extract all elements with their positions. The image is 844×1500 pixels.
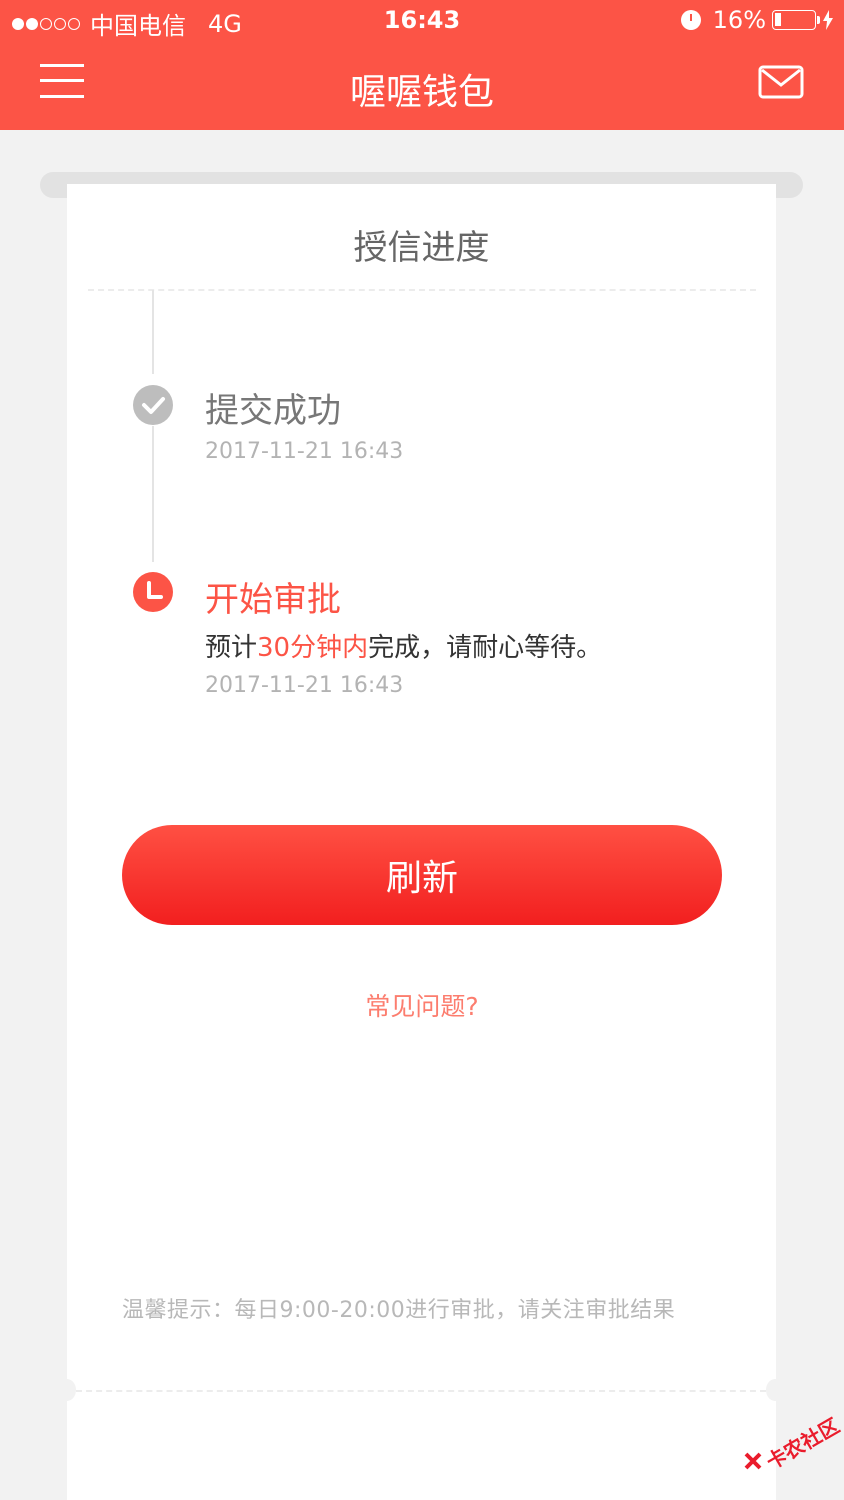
battery-level-fill bbox=[775, 13, 781, 26]
hamburger-menu-icon[interactable] bbox=[40, 62, 84, 98]
status-right: 16% bbox=[680, 6, 834, 34]
refresh-button[interactable]: 刷新 bbox=[122, 825, 722, 925]
status-bar: 中国电信 4G 16:43 16% bbox=[0, 0, 844, 42]
timeline-line bbox=[152, 426, 154, 562]
envelope-icon[interactable] bbox=[758, 64, 804, 100]
battery-icon bbox=[772, 10, 820, 30]
ticket-notch-left bbox=[58, 1379, 76, 1401]
alarm-icon bbox=[680, 10, 701, 30]
page-title: 喔喔钱包 bbox=[349, 72, 494, 113]
step-description: 预计30分钟内完成，请耐心等待。 bbox=[205, 633, 603, 663]
divider-bottom bbox=[76, 1390, 766, 1392]
clock-icon bbox=[133, 572, 173, 612]
app-header: 中国电信 4G 16:43 16% 喔喔钱包 bbox=[0, 0, 844, 130]
divider-top bbox=[88, 289, 756, 291]
eta-highlight: 30分钟内 bbox=[257, 633, 369, 663]
battery-percent: 16% bbox=[712, 6, 766, 34]
charging-bolt-icon bbox=[823, 10, 833, 30]
watermark-text: 卡农社区 bbox=[762, 1413, 844, 1475]
tip-text: 温馨提示：每日9:00-20:00进行审批，请关注审批结果 bbox=[122, 1298, 676, 1323]
step-title: 提交成功 bbox=[205, 391, 341, 431]
step-time: 2017-11-21 16:43 bbox=[205, 439, 404, 464]
check-circle-icon bbox=[133, 385, 173, 425]
timeline-line bbox=[152, 290, 154, 374]
step-title: 开始审批 bbox=[205, 580, 341, 620]
step-time: 2017-11-21 16:43 bbox=[205, 673, 404, 698]
card-title: 授信进度 bbox=[353, 228, 490, 268]
faq-link[interactable]: 常见问题? bbox=[0, 987, 844, 1023]
watermark-logo: 卡农社区 bbox=[740, 1410, 843, 1482]
ticket-notch-right bbox=[766, 1379, 784, 1401]
